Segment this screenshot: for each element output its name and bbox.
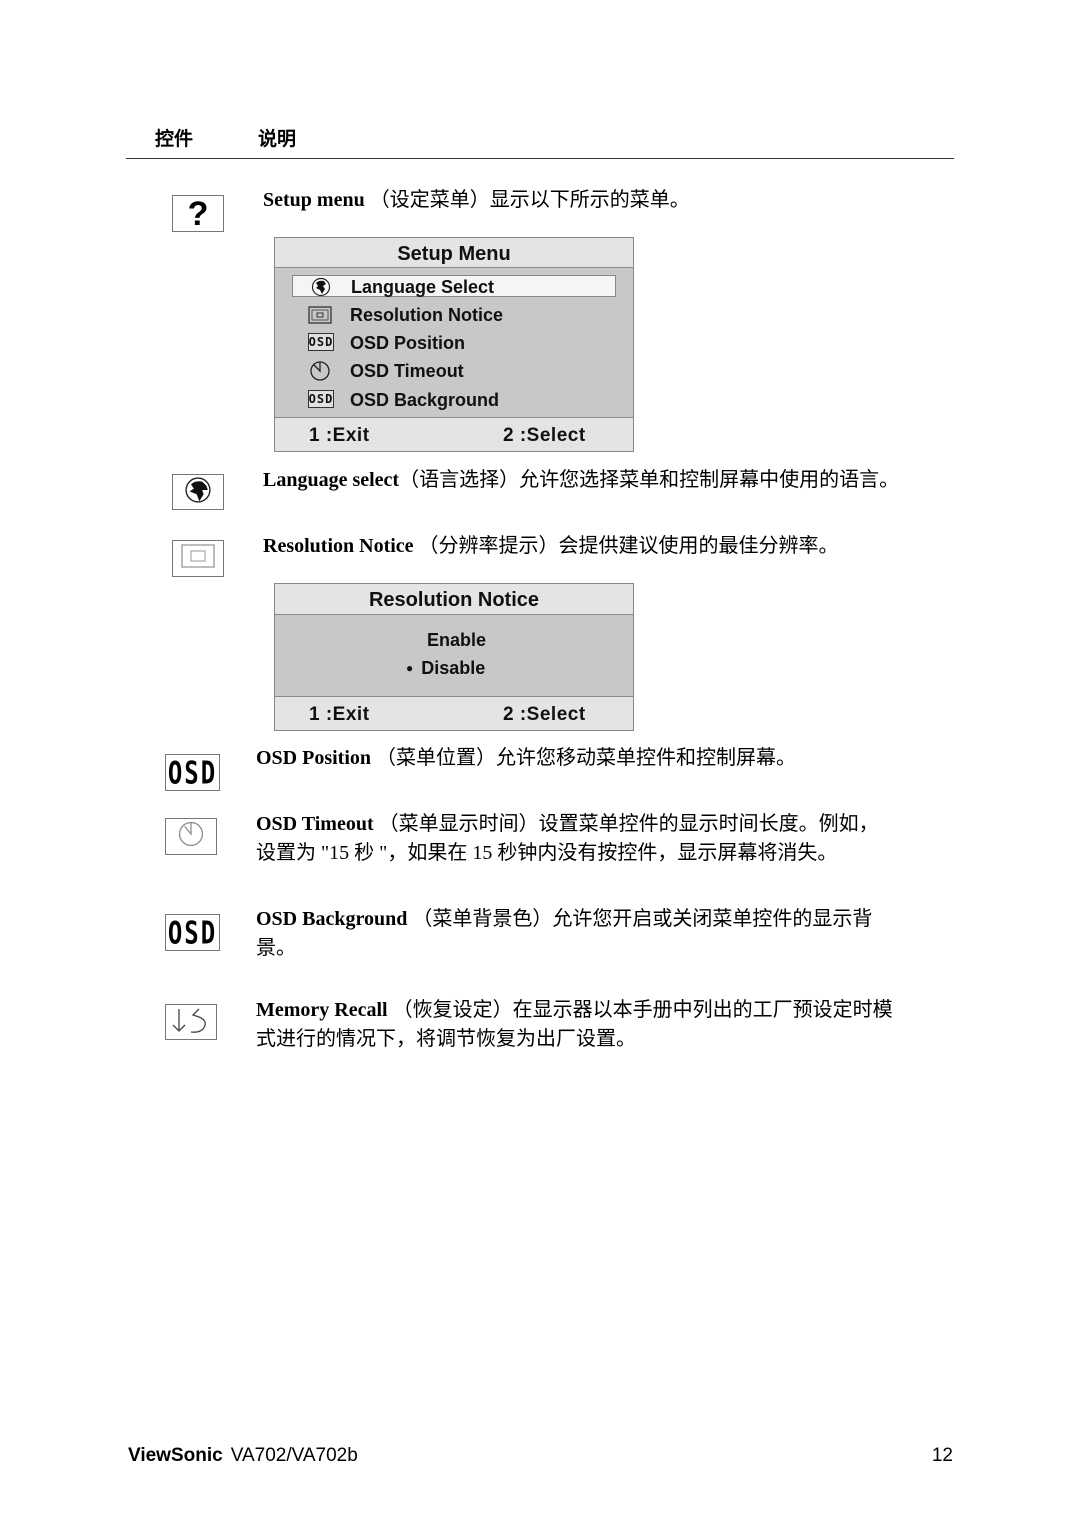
menu-item-label: OSD Background [350, 390, 500, 410]
language-select-icon-box [172, 474, 224, 510]
item-setup-menu: Setup menu （设定菜单）显示以下所示的菜单。 [263, 186, 690, 215]
item-memory-recall: Memory Recall （恢复设定）在显示器以本手册中列出的工厂预设定时模 … [256, 996, 893, 1054]
menu-item-osd-background[interactable]: OSD OSD Background [292, 389, 616, 411]
menu-item-osd-position[interactable]: OSD OSD Position [292, 332, 616, 354]
item-term: Memory Recall [256, 999, 388, 1021]
model-number: VA702/VA702b [230, 1445, 358, 1466]
selected-bullet-icon: ● [406, 661, 414, 675]
page-number: 12 [931, 1445, 953, 1466]
item-text: （语言选择）允许您选择菜单和控制屏幕中使用的语言。 [399, 469, 900, 491]
menu-item-label: OSD Position [350, 333, 466, 353]
item-term: Language select [263, 469, 400, 491]
item-osd-timeout: OSD Timeout （菜单显示时间）设置菜单控件的显示时间长度。例如， 设置… [256, 810, 879, 868]
option-label: Disable [421, 658, 486, 678]
setup-menu-title: Setup Menu [275, 238, 633, 268]
globe-icon [309, 277, 333, 297]
item-text: （菜单显示时间）设置菜单控件的显示时间长度。例如， [373, 813, 879, 835]
item-text: （恢复设定）在显示器以本手册中列出的工厂预设定时模 [387, 999, 893, 1021]
option-enable[interactable]: Enable [427, 629, 486, 651]
globe-icon [184, 476, 212, 509]
item-text: （分辨率提示）会提供建议使用的最佳分辨率。 [413, 535, 839, 557]
menu-item-resolution-notice[interactable]: Resolution Notice [292, 304, 616, 326]
item-osd-position: OSD Position （菜单位置）允许您移动菜单控件和控制屏幕。 [256, 744, 796, 773]
item-text: （菜单位置）允许您移动菜单控件和控制屏幕。 [371, 747, 797, 769]
setup-menu-icon-box: ? [172, 195, 224, 232]
clock-icon [308, 361, 332, 381]
item-resolution-notice: Resolution Notice （分辨率提示）会提供建议使用的最佳分辨率。 [263, 532, 839, 561]
menu-item-osd-timeout[interactable]: OSD Timeout [292, 360, 616, 382]
item-text: （菜单背景色）允许您开启或关闭菜单控件的显示背 [407, 908, 873, 930]
setup-menu-panel: Setup Menu Language Select Resolution No… [274, 237, 634, 452]
resolution-notice-panel: Resolution Notice Enable ● Disable 1 :Exi… [274, 583, 634, 731]
osd-icon: OSD [308, 333, 334, 351]
osd-icon: OSD [167, 754, 218, 791]
resolution-notice-title: Resolution Notice [275, 584, 633, 615]
item-text-line2: 景。 [256, 937, 296, 959]
resolution-notice-footer: 1 :Exit 2 :Select [275, 696, 633, 730]
clock-icon [177, 820, 205, 853]
osd-timeout-icon-box [165, 818, 217, 855]
menu-item-language-select[interactable]: Language Select [292, 275, 616, 297]
exit-hint: 1 :Exit [309, 425, 370, 446]
select-hint: 2 :Select [503, 704, 586, 725]
item-text-line2: 式进行的情况下，将调节恢复为出厂设置。 [256, 1028, 636, 1050]
table-header: 控件 说明 [126, 124, 954, 159]
osd-background-icon-box: OSD [165, 914, 220, 951]
page-footer: ViewSonic VA702/VA702b 12 [128, 1445, 953, 1467]
memory-recall-icon-box [165, 1004, 217, 1040]
option-label: Enable [427, 630, 487, 650]
item-term: OSD Position [256, 747, 372, 769]
exit-hint: 1 :Exit [309, 704, 370, 725]
option-disable[interactable]: ● Disable [406, 657, 485, 679]
brand-name: ViewSonic [128, 1445, 223, 1466]
resolution-notice-icon [181, 544, 215, 573]
resolution-notice-icon [308, 305, 332, 325]
osd-icon: OSD [167, 914, 218, 951]
item-term: Setup menu [263, 189, 365, 211]
item-term: OSD Background [256, 908, 408, 930]
column-header-description: 说明 [258, 128, 297, 150]
osd-position-icon-box: OSD [165, 754, 220, 791]
osd-icon: OSD [308, 390, 334, 408]
item-text-line2: 设置为 "15 秒 "，如果在 15 秒钟内没有按控件，显示屏幕将消失。 [256, 842, 838, 864]
column-header-control: 控件 [155, 128, 194, 150]
menu-item-label: OSD Timeout [350, 361, 464, 381]
item-osd-background: OSD Background （菜单背景色）允许您开启或关闭菜单控件的显示背 景… [256, 905, 872, 963]
menu-item-label: Resolution Notice [350, 305, 504, 325]
resolution-notice-icon-box [172, 540, 224, 577]
item-term: OSD Timeout [256, 813, 374, 835]
item-text: （设定菜单）显示以下所示的菜单。 [364, 189, 690, 211]
item-language-select: Language select（语言选择）允许您选择菜单和控制屏幕中使用的语言。 [263, 466, 899, 495]
menu-item-label: Language Select [351, 277, 495, 297]
question-mark-icon: ? [187, 194, 209, 233]
memory-recall-icon [169, 1005, 213, 1040]
setup-menu-footer: 1 :Exit 2 :Select [275, 417, 633, 451]
item-term: Resolution Notice [263, 535, 414, 557]
select-hint: 2 :Select [503, 425, 586, 446]
